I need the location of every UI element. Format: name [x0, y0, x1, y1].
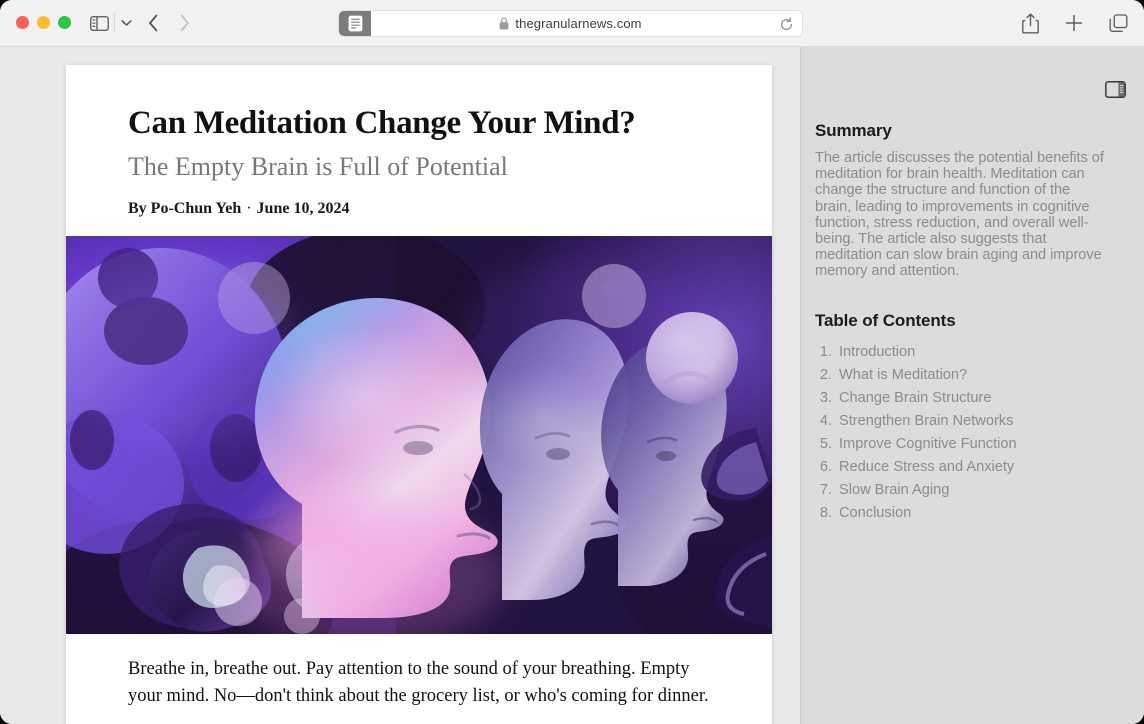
minimize-button[interactable]	[37, 16, 50, 29]
toc-item-number: 8.	[819, 504, 832, 521]
toc-item[interactable]: 1. Introduction	[815, 341, 1110, 364]
toolbar-right-actions	[1018, 10, 1130, 36]
address-bar[interactable]: thegranularnews.com	[338, 10, 803, 37]
chevron-left-icon	[148, 14, 157, 32]
reload-button[interactable]	[778, 16, 795, 33]
article-subtitle: The Empty Brain is Full of Potential	[128, 151, 508, 181]
traffic-lights	[16, 16, 71, 29]
toc-item-number: 5.	[819, 435, 832, 452]
toc-item[interactable]: 7. Slow Brain Aging	[815, 479, 1110, 502]
sidebar-hide-button[interactable]	[1102, 77, 1128, 101]
toc-item-label: Introduction	[839, 343, 916, 360]
toc-item-label: Reduce Stress and Anxiety	[839, 458, 1015, 475]
byline-author: By Po-Chun Yeh	[128, 200, 242, 218]
url-text: thegranularnews.com	[515, 16, 642, 31]
article-title: Can Meditation Change Your Mind?	[128, 105, 636, 141]
address-bar-content: thegranularnews.com	[499, 16, 641, 31]
sidebar-content: Summary The article discusses the potent…	[801, 47, 1144, 525]
toc-item[interactable]: 6. Reduce Stress and Anxiety	[815, 456, 1110, 479]
article-paragraph: Breathe in, breathe out. Pay attention t…	[128, 659, 709, 706]
toc-item-label: What is Meditation?	[839, 366, 968, 383]
summary-text: The article discusses the potential bene…	[815, 150, 1104, 280]
plus-icon	[1065, 14, 1083, 32]
toc-item-number: 4.	[819, 412, 832, 429]
lock-icon	[500, 17, 509, 30]
browser-window: thegranularnews.com Can Meditation Chang…	[0, 0, 1144, 724]
reload-icon	[781, 17, 793, 31]
toc-item[interactable]: 2. What is Meditation?	[815, 364, 1110, 387]
new-tab-button[interactable]	[1062, 10, 1086, 36]
forward-button[interactable]	[171, 10, 197, 36]
reader-sidebar: Summary The article discusses the potent…	[800, 47, 1144, 724]
article-header: Can Meditation Change Your Mind? The Emp…	[66, 65, 772, 236]
toc-item-number: 3.	[819, 389, 832, 406]
share-icon	[1021, 12, 1039, 33]
toc-heading: Table of Contents	[815, 310, 956, 330]
chevron-down-icon	[120, 20, 132, 26]
toc-item[interactable]: 3. Change Brain Structure	[815, 387, 1110, 410]
toc-list: 1. Introduction 2. What is Meditation? 3. Cha…	[815, 341, 1110, 525]
zoom-button[interactable]	[58, 16, 71, 29]
article-body: Breathe in, breathe out. Pay attention t…	[66, 634, 772, 709]
right-sidebar-icon	[1104, 80, 1126, 98]
article-hero-image	[66, 236, 772, 635]
toc-item[interactable]: 8. Conclusion	[815, 502, 1110, 525]
chevron-right-icon	[180, 14, 189, 32]
browser-toolbar: thegranularnews.com	[0, 0, 1144, 47]
reader-mode-button[interactable]	[339, 11, 371, 36]
byline-date: June 10, 2024	[256, 200, 350, 218]
toc-item-number: 6.	[819, 458, 832, 475]
sidebar-toggle-button[interactable]	[85, 10, 113, 36]
toc-item-label: Conclusion	[839, 504, 912, 521]
tab-overview-button[interactable]	[1106, 10, 1130, 36]
byline-separator: ·	[246, 200, 252, 218]
sidebar-options-button[interactable]	[115, 10, 137, 36]
hero-artwork	[66, 236, 772, 635]
toc-item[interactable]: 5. Improve Cognitive Function	[815, 433, 1110, 456]
back-button[interactable]	[140, 10, 166, 36]
toc-item-label: Improve Cognitive Function	[839, 435, 1017, 452]
article-byline: By Po-Chun Yeh · June 10, 2024	[128, 200, 710, 218]
reader-article: Can Meditation Change Your Mind? The Emp…	[66, 65, 772, 724]
toc-item-number: 7.	[819, 481, 832, 498]
summary-heading: Summary	[815, 121, 892, 140]
toc-item-number: 1.	[819, 343, 832, 360]
toc-item-label: Strengthen Brain Networks	[839, 412, 1014, 429]
browser-content: Can Meditation Change Your Mind? The Emp…	[0, 47, 1144, 724]
toc-item-number: 2.	[819, 366, 832, 383]
close-button[interactable]	[16, 16, 29, 29]
reader-icon	[348, 15, 362, 32]
tab-overview-icon	[1109, 13, 1127, 32]
toc-item[interactable]: 4. Strengthen Brain Networks	[815, 410, 1110, 433]
sidebar-icon	[89, 15, 109, 31]
share-button[interactable]	[1018, 10, 1042, 36]
toc-item-label: Change Brain Structure	[839, 389, 992, 406]
toc-item-label: Slow Brain Aging	[839, 481, 950, 498]
